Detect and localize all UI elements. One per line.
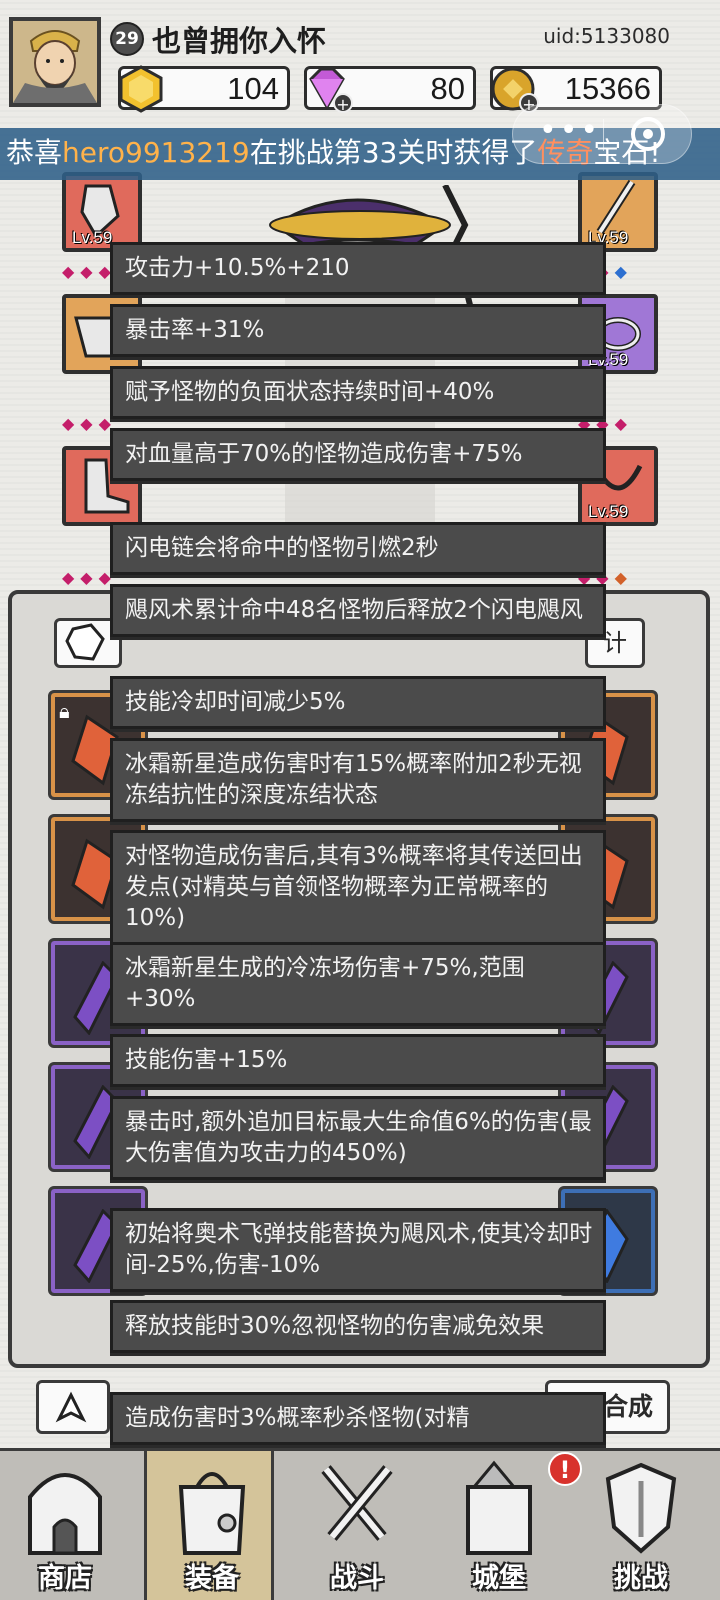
affix-line: 对血量高于70%的怪物造成伤害+75% bbox=[110, 428, 606, 481]
nav-label: 装备 bbox=[185, 1563, 239, 1594]
capsule-divider bbox=[603, 119, 604, 151]
gem-sockets-left-3: ◆◆◆ bbox=[62, 568, 117, 587]
gold-resource[interactable]: 104 bbox=[118, 65, 290, 113]
avatar[interactable] bbox=[9, 17, 101, 107]
level-badge: 29 bbox=[110, 22, 144, 56]
nav-label: 挑战 bbox=[614, 1563, 668, 1594]
gem-sockets-left-1: ◆◆◆ bbox=[62, 262, 117, 281]
lock-icon: 🔒︎ bbox=[59, 699, 70, 723]
add-gem-icon[interactable]: + bbox=[333, 93, 353, 114]
player-name: 也曾拥你入怀 bbox=[152, 24, 327, 58]
notification-badge: ! bbox=[548, 1452, 582, 1486]
player-uid: uid:5133080 bbox=[543, 24, 670, 48]
announce-middle: 在挑战第33关时获得了 bbox=[249, 136, 538, 169]
crossed-swords-icon bbox=[321, 1465, 393, 1541]
affix-line: 暴击时,额外追加目标最大生命值6%的伤害(最大伤害值为攻击力的450%) bbox=[110, 1096, 606, 1180]
affix-tooltip: 攻击力+10.5%+210 暴击率+31% 赋予怪物的负面状态持续时间+40% … bbox=[110, 238, 606, 1448]
nav-shop[interactable]: 商店 bbox=[0, 1451, 130, 1600]
shop-icon bbox=[28, 1473, 102, 1555]
affix-line: 闪电链会将命中的怪物引燃2秒 bbox=[110, 522, 606, 575]
castle-icon bbox=[466, 1460, 532, 1555]
affix-line: 暴击率+31% bbox=[110, 304, 606, 357]
gem-sockets-left-2: ◆◆◆ bbox=[62, 414, 117, 433]
slot-level: Lv.59 bbox=[72, 228, 113, 247]
avatar-portrait-icon bbox=[13, 21, 97, 103]
gem-resource[interactable]: + 80 bbox=[304, 66, 476, 114]
mini-program-capsule: ••• bbox=[512, 104, 692, 164]
gold-hexagon-icon bbox=[119, 65, 163, 113]
nav-battle[interactable]: 战斗 bbox=[292, 1451, 422, 1600]
affix-line: 对怪物造成伤害后,其有3%概率将其传送回出发点(对精英与首领怪物概率为正常概率的… bbox=[110, 830, 606, 945]
announce-player: hero9913219 bbox=[62, 136, 250, 169]
affix-line: 技能冷却时间减少5% bbox=[110, 676, 606, 729]
more-menu-icon[interactable]: ••• bbox=[539, 113, 601, 148]
announce-prefix: 恭喜 bbox=[6, 136, 63, 169]
affix-line: 释放技能时30%忽视怪物的伤害减免效果 bbox=[110, 1300, 606, 1353]
affix-line: 飓风术累计命中48名怪物后释放2个闪电飓风 bbox=[110, 584, 606, 637]
sort-up-button[interactable] bbox=[36, 1380, 110, 1434]
nav-equipment[interactable]: 装备 bbox=[144, 1451, 274, 1600]
arrow-up-icon bbox=[55, 1391, 87, 1423]
affix-line: 攻击力+10.5%+210 bbox=[110, 242, 606, 295]
coin-value: 15366 bbox=[564, 71, 651, 106]
affix-line: 赋予怪物的负面状态持续时间+40% bbox=[110, 366, 606, 419]
affix-line: 初始将奥术飞弹技能替换为飓风术,使其冷却时间-25%,伤害-10% bbox=[110, 1208, 606, 1292]
close-target-icon[interactable] bbox=[631, 117, 665, 151]
affix-line: 冰霜新星造成伤害时有15%概率附加2秒无视冻结抗性的深度冻结状态 bbox=[110, 738, 606, 822]
bottom-nav: 商店 装备 战斗 城堡 挑战 bbox=[0, 1448, 720, 1600]
nav-challenge[interactable]: 挑战 bbox=[576, 1451, 706, 1600]
nav-castle[interactable]: 城堡 bbox=[434, 1451, 564, 1600]
backpack-icon bbox=[178, 1472, 246, 1555]
shield-icon bbox=[605, 1462, 677, 1554]
nav-label: 战斗 bbox=[330, 1563, 384, 1594]
nav-label: 城堡 bbox=[472, 1563, 526, 1594]
gold-value: 104 bbox=[227, 71, 279, 106]
affix-line: 造成伤害时3%概率秒杀怪物(对精 bbox=[110, 1392, 606, 1445]
nav-label: 商店 bbox=[38, 1563, 92, 1594]
gem-value: 80 bbox=[430, 71, 465, 106]
affix-line: 技能伤害+15% bbox=[110, 1034, 606, 1087]
affix-line: 冰霜新星生成的冷冻场伤害+75%,范围+30% bbox=[110, 942, 606, 1026]
